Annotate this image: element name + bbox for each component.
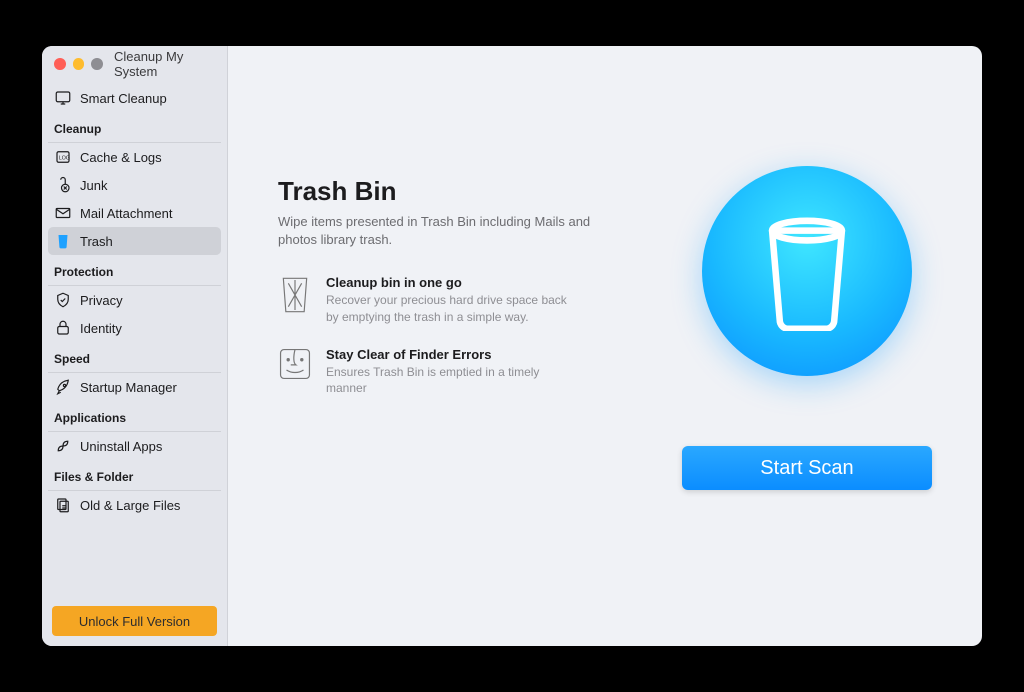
content-left: Trash Bin Wipe items presented in Trash … [278,176,638,646]
sidebar: Cleanup My System Smart Cleanup Cleanup … [42,46,228,646]
feature-title: Stay Clear of Finder Errors [326,347,576,362]
main-content: Trash Bin Wipe items presented in Trash … [228,46,982,646]
log-icon: LOG [54,148,72,166]
junk-icon [54,176,72,194]
nav: Smart Cleanup Cleanup LOG Cache & Logs J… [42,82,227,596]
unlock-wrap: Unlock Full Version [42,596,227,646]
sidebar-item-label: Smart Cleanup [80,91,167,106]
feature-desc: Recover your precious hard drive space b… [326,292,576,324]
window-title: Cleanup My System [114,49,227,79]
sidebar-item-identity[interactable]: Identity [48,314,221,342]
sidebar-item-mail[interactable]: Mail Attachment [48,199,221,227]
unlock-full-version-button[interactable]: Unlock Full Version [52,606,217,636]
monitor-icon [54,89,72,107]
page-subtitle: Wipe items presented in Trash Bin includ… [278,213,598,249]
sidebar-item-label: Old & Large Files [80,498,180,513]
sidebar-item-old-large[interactable]: Old & Large Files [48,491,221,519]
trash-outline-icon [278,275,312,315]
finder-icon [278,347,312,387]
sidebar-item-uninstall[interactable]: Uninstall Apps [48,432,221,460]
titlebar: Cleanup My System [42,46,227,82]
sidebar-item-cache[interactable]: LOG Cache & Logs [48,143,221,171]
section-header-protection: Protection [48,255,221,283]
feature-finder-errors: Stay Clear of Finder Errors Ensures Tras… [278,347,638,396]
sidebar-item-label: Uninstall Apps [80,439,162,454]
section-header-speed: Speed [48,342,221,370]
sidebar-item-startup[interactable]: Startup Manager [48,373,221,401]
sidebar-item-privacy[interactable]: Privacy [48,286,221,314]
mail-icon [54,204,72,222]
app-icon [54,437,72,455]
hero-trash-graphic [702,166,912,376]
sidebar-item-label: Cache & Logs [80,150,162,165]
rocket-icon [54,378,72,396]
lock-icon [54,319,72,337]
section-header-cleanup: Cleanup [48,112,221,140]
feature-title: Cleanup bin in one go [326,275,576,290]
sidebar-item-label: Identity [80,321,122,336]
feature-cleanup-bin: Cleanup bin in one go Recover your preci… [278,275,638,324]
svg-text:LOG: LOG [59,155,70,161]
app-window: Cleanup My System Smart Cleanup Cleanup … [42,46,982,646]
trash-hero-icon [752,211,862,331]
close-icon[interactable] [54,58,66,70]
sidebar-item-label: Privacy [80,293,123,308]
minimize-icon[interactable] [73,58,85,70]
maximize-icon[interactable] [91,58,103,70]
section-header-files: Files & Folder [48,460,221,488]
sidebar-item-trash[interactable]: Trash [48,227,221,255]
start-scan-button[interactable]: Start Scan [682,446,932,490]
trash-icon [54,232,72,250]
shield-icon [54,291,72,309]
sidebar-item-label: Mail Attachment [80,206,173,221]
page-title: Trash Bin [278,176,638,207]
sidebar-item-junk[interactable]: Junk [48,171,221,199]
sidebar-item-smart-cleanup[interactable]: Smart Cleanup [48,84,221,112]
section-header-applications: Applications [48,401,221,429]
sidebar-item-label: Startup Manager [80,380,177,395]
sidebar-item-label: Junk [80,178,107,193]
files-icon [54,496,72,514]
sidebar-item-label: Trash [80,234,113,249]
feature-desc: Ensures Trash Bin is emptied in a timely… [326,364,576,396]
